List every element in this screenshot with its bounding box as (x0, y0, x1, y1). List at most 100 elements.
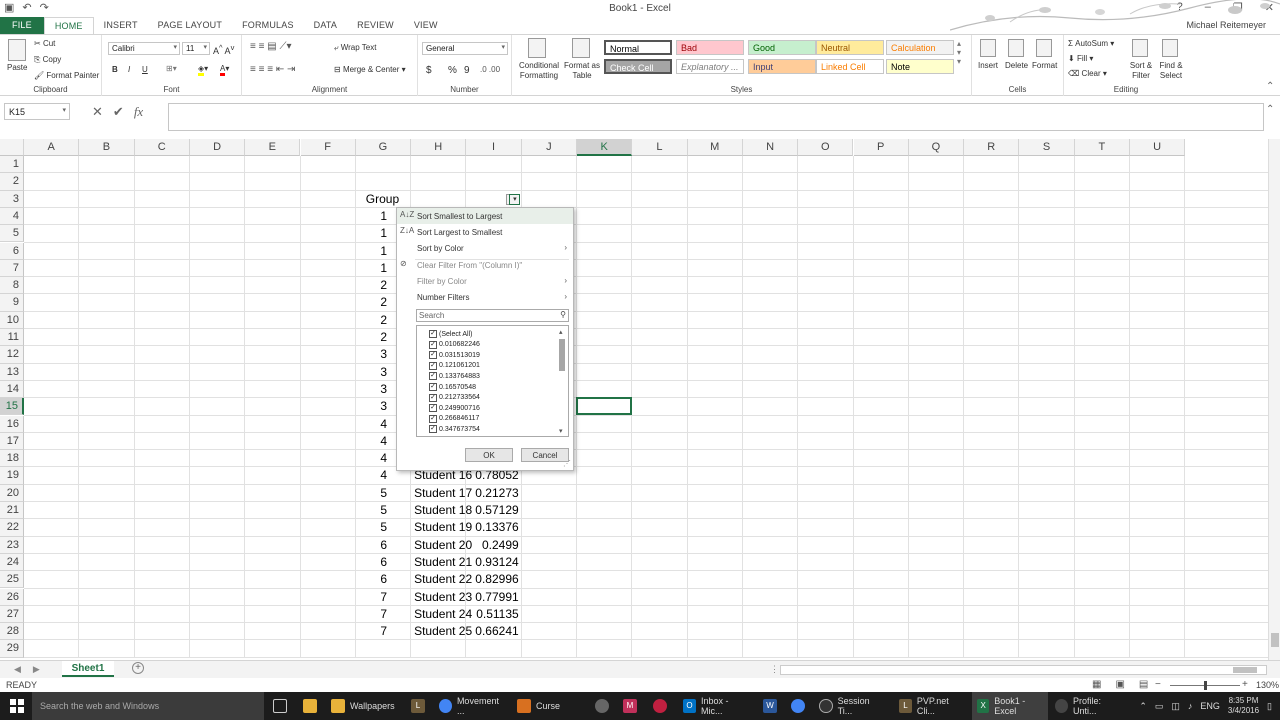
row-header-13[interactable]: 13 (0, 363, 24, 381)
normal-view-icon[interactable]: ▦ (1092, 679, 1101, 690)
score-cell[interactable]: 0.51135 (466, 607, 519, 621)
currency-button[interactable]: $ (426, 65, 432, 76)
column-header-o[interactable]: O (798, 139, 854, 156)
insert-function-icon[interactable]: fx (134, 104, 143, 120)
student-name-cell[interactable]: Student 23 (414, 590, 472, 604)
format-button[interactable]: Format (1032, 61, 1057, 70)
cell-style-linked-cell[interactable]: Linked Cell (816, 59, 884, 74)
student-name-cell[interactable]: Student 18 (414, 503, 472, 517)
checkbox-checked-icon[interactable]: ✓ (429, 361, 437, 370)
column-header-i[interactable]: I (466, 139, 522, 156)
taskbar-chrome-icon[interactable] (786, 692, 810, 720)
cell-style-neutral[interactable]: Neutral (816, 40, 884, 55)
cell-style-input[interactable]: Input (748, 59, 816, 74)
clear-button[interactable]: ⌫ Clear ▾ (1068, 69, 1107, 78)
student-name-cell[interactable]: Student 19 (414, 520, 472, 534)
row-header-12[interactable]: 12 (0, 346, 24, 364)
percent-button[interactable]: % (448, 65, 457, 76)
cell-style-good[interactable]: Good (748, 40, 816, 55)
group-cell[interactable]: 7 (356, 607, 387, 621)
font-size-combo[interactable]: 11 ▾ (182, 42, 210, 55)
row-header-20[interactable]: 20 (0, 484, 24, 502)
column-header-c[interactable]: C (134, 139, 190, 156)
windows-start-icon[interactable] (10, 699, 24, 713)
taskbar-item-excel[interactable]: X Book1 - Excel (972, 692, 1048, 720)
column-header-j[interactable]: J (521, 139, 577, 156)
group-cell[interactable]: 6 (356, 555, 387, 569)
student-name-cell[interactable]: Student 20 (414, 538, 472, 552)
filter-search-input[interactable]: Search ⚲ (416, 309, 569, 322)
group-cell[interactable]: 4 (356, 434, 387, 448)
column-header-n[interactable]: N (742, 139, 799, 156)
fill-color-icon[interactable]: ◈▾ (198, 64, 208, 76)
filter-value-item[interactable]: ✓ 0.212733564 (429, 393, 480, 403)
row-header-26[interactable]: 26 (0, 588, 24, 606)
column-header-s[interactable]: S (1019, 139, 1075, 156)
cell-style-calculation[interactable]: Calculation (886, 40, 954, 55)
checkbox-checked-icon[interactable]: ✓ (429, 425, 437, 434)
filter-by-color-item[interactable]: Filter by Color › (397, 273, 573, 289)
number-filters-item[interactable]: Number Filters › (397, 289, 573, 305)
insert-button[interactable]: Insert (978, 61, 998, 70)
filter-value-item[interactable]: ✓ 0.347673754 (429, 424, 480, 434)
group-cell[interactable]: 7 (356, 624, 387, 638)
add-sheet-icon[interactable]: + (132, 662, 144, 674)
student-name-cell[interactable]: Student 21 (414, 555, 472, 569)
merge-center-button[interactable]: ⊟ Merge & Center ▾ (334, 65, 406, 74)
taskbar-item-pvp[interactable]: L PVP.net Cli... (894, 692, 970, 720)
tab-view[interactable]: VIEW (404, 17, 448, 34)
row-header-15[interactable]: 15 (0, 398, 24, 416)
column-header-p[interactable]: P (853, 139, 909, 156)
cell-style-note[interactable]: Note (886, 59, 954, 74)
page-layout-view-icon[interactable]: ▣ (1115, 679, 1124, 690)
row-header-21[interactable]: 21 (0, 502, 24, 520)
cell-style-bad[interactable]: Bad (676, 40, 744, 55)
prev-sheet-icon[interactable]: ◀ (14, 664, 21, 675)
column-header-m[interactable]: M (687, 139, 743, 156)
filter-value-item[interactable]: ✓ 0.249900716 (429, 403, 480, 413)
filter-value-item[interactable]: ✓ 0.266846117 (429, 414, 479, 424)
sort-ascending-item[interactable]: A↓Z Sort Smallest to Largest (397, 208, 573, 224)
zoom-level[interactable]: 130% (1256, 680, 1279, 690)
filter-value-item[interactable]: ✓ 0.16570548 (429, 382, 476, 392)
tab-page-layout[interactable]: PAGE LAYOUT (148, 17, 232, 34)
taskbar-item-profile[interactable]: Profile: Unti... (1050, 692, 1128, 720)
group-cell[interactable]: 3 (356, 365, 387, 379)
sort-descending-item[interactable]: Z↓A Sort Largest to Smallest (397, 224, 573, 240)
taskbar-app-icon[interactable]: L (406, 692, 430, 720)
tab-file[interactable]: FILE (0, 17, 44, 34)
taskbar-item-outlook[interactable]: O Inbox - Mic... (678, 692, 754, 720)
taskbar-item-session[interactable]: Session Ti... (814, 692, 890, 720)
group-cell[interactable]: 2 (356, 330, 387, 344)
sheet-tab-sheet1[interactable]: Sheet1 (62, 661, 114, 677)
column-header-a[interactable]: A (24, 139, 80, 156)
tab-split-icon[interactable]: ⋮ (770, 664, 779, 675)
taskbar-app-icon[interactable] (648, 692, 672, 720)
row-header-16[interactable]: 16 (0, 415, 24, 433)
tab-data[interactable]: DATA (304, 17, 347, 34)
column-header-b[interactable]: B (79, 139, 135, 156)
zoom-in-icon[interactable]: + (1242, 679, 1248, 690)
row-header-8[interactable]: 8 (0, 277, 24, 295)
column-header-k[interactable]: K (577, 139, 633, 156)
language-indicator[interactable]: ENG (1200, 701, 1220, 711)
taskbar-app-icon[interactable]: M (618, 692, 642, 720)
column-header-l[interactable]: L (632, 139, 688, 156)
delete-button[interactable]: Delete (1005, 61, 1028, 70)
group-cell[interactable]: 1 (356, 226, 387, 240)
checkbox-checked-icon[interactable]: ✓ (429, 351, 437, 360)
group-cell[interactable]: 4 (356, 417, 387, 431)
row-header-18[interactable]: 18 (0, 450, 24, 468)
enter-icon[interactable]: ✔ (113, 104, 124, 120)
next-sheet-icon[interactable]: ▶ (33, 664, 40, 675)
tab-home[interactable]: HOME (43, 17, 94, 34)
volume-icon[interactable]: ♪ (1188, 701, 1193, 711)
row-header-29[interactable]: 29 (0, 640, 24, 658)
file-explorer-icon[interactable] (298, 692, 322, 720)
column-header-u[interactable]: U (1130, 139, 1186, 156)
select-all-corner[interactable] (0, 139, 24, 156)
list-scrollbar[interactable]: ▴ ▾ (557, 327, 567, 435)
group-cell[interactable]: 3 (356, 399, 387, 413)
italic-button[interactable]: I (128, 65, 130, 74)
active-cell-k15[interactable] (576, 397, 633, 416)
